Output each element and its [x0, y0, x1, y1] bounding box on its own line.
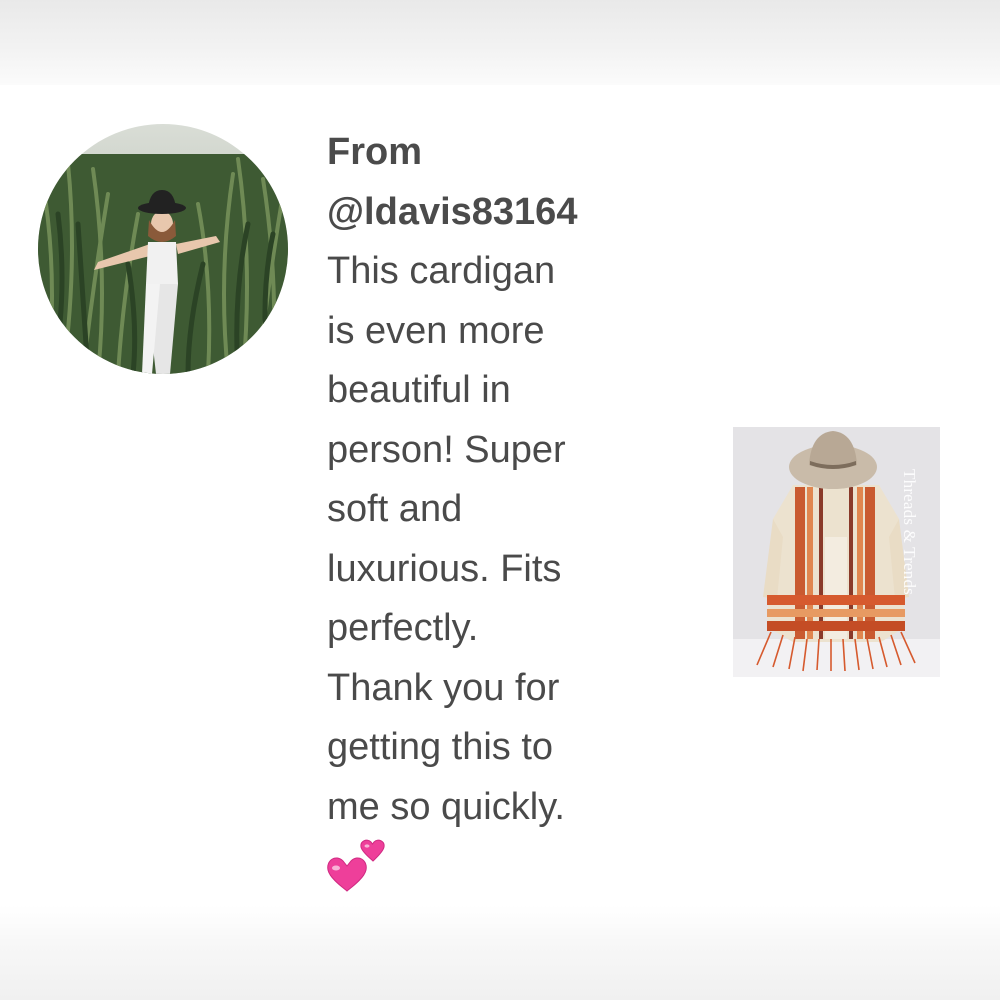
- product-thumbnail[interactable]: Threads & Trends: [733, 427, 940, 677]
- review-body-line: person! Super: [327, 428, 566, 471]
- review-body-line: beautiful in: [327, 369, 511, 411]
- top-fade-band: [0, 0, 1000, 85]
- review-body-line: getting this to: [327, 726, 554, 768]
- review-body-line: This cardigan: [327, 250, 556, 292]
- reviewer-avatar[interactable]: [38, 124, 288, 374]
- review-body-line: Thank you for: [327, 666, 560, 709]
- cardigan-photo: [733, 427, 940, 677]
- review-body-line: luxurious. Fits: [327, 547, 562, 590]
- avatar-photo: [38, 124, 288, 374]
- review-from-label: From: [327, 131, 422, 173]
- review-body-line: is even more: [327, 309, 545, 352]
- review-comment: From @ldavis83164 This cardigan is even …: [327, 122, 647, 895]
- review-body-line: soft and: [327, 488, 463, 530]
- bottom-fade-band: [0, 905, 1000, 1000]
- review-body-line: me so quickly.: [327, 785, 565, 828]
- review-body: This cardigan is even more beautiful in …: [327, 242, 627, 837]
- review-body-line: perfectly.: [327, 607, 479, 649]
- two-hearts-icon: [327, 839, 387, 895]
- reviewer-handle-link[interactable]: @ldavis83164: [327, 182, 647, 242]
